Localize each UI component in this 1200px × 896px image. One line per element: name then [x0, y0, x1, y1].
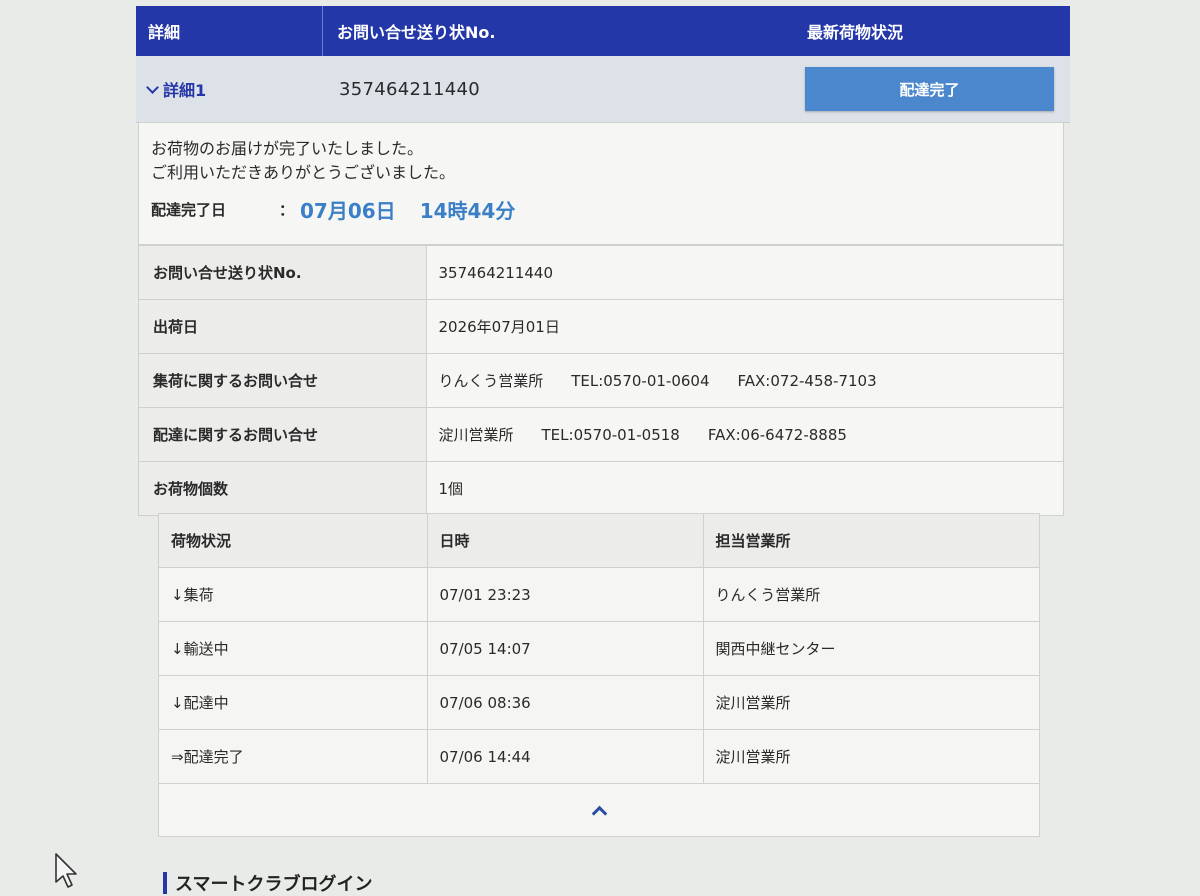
header-tracking-number: お問い合せ送り状No.: [337, 23, 496, 42]
chevron-down-icon: [146, 80, 159, 94]
table-header: 詳細 お問い合せ送り状No. 最新荷物状況: [136, 6, 1070, 56]
history-datetime: 07/06 08:36: [426, 675, 703, 730]
delivery-status-button[interactable]: 配達完了: [805, 67, 1054, 111]
info-key: 出荷日: [139, 299, 427, 354]
delivery-office: 淀川営業所: [438, 426, 514, 444]
info-value: りんくう営業所 TEL:0570-01-0604 FAX:072-458-7103: [426, 353, 1063, 408]
info-row: お問い合せ送り状No. 357464211440: [139, 245, 1063, 300]
detail-toggle-label: 詳細1: [163, 81, 207, 100]
header-detail: 詳細: [136, 6, 323, 56]
info-key: お問い合せ送り状No.: [139, 245, 427, 300]
header-latest-status: 最新荷物状況: [807, 23, 904, 42]
info-key: 集荷に関するお問い合せ: [139, 353, 427, 408]
delivery-fax: FAX:06-6472-8885: [707, 426, 847, 444]
info-value: 淀川営業所 TEL:0570-01-0518 FAX:06-6472-8885: [426, 407, 1063, 462]
info-value: 1個: [426, 461, 1063, 515]
history-table: 荷物状況 日時 担当営業所 ↓集荷 07/01 23:23 りんくう営業所 ↓輸…: [159, 514, 1039, 784]
history-office: 関西中継センター: [702, 621, 1039, 676]
detail-toggle[interactable]: 詳細1: [136, 77, 323, 101]
message-line-2: ご利用いただきありがとうございました。: [151, 163, 456, 182]
delivered-datetime-row: 配達完了日 ： 07月06日 14時44分: [151, 195, 1051, 224]
history-header-datetime: 日時: [426, 514, 703, 568]
heading-accent-bar: [163, 872, 167, 894]
history-header-status: 荷物状況: [159, 514, 427, 568]
tracking-number: 357464211440: [339, 78, 481, 100]
table-row: ↓配達中 07/06 08:36 淀川営業所: [159, 675, 1039, 730]
chevron-up-icon: [591, 805, 607, 821]
history-status: ↓集荷: [159, 567, 427, 622]
delivery-tel: TEL:0570-01-0518: [541, 426, 680, 444]
history-office: りんくう営業所: [702, 567, 1039, 622]
info-row: 配達に関するお問い合せ 淀川営業所 TEL:0570-01-0518 FAX:06-…: [139, 407, 1063, 462]
smart-club-login-heading: スマートクラブログイン: [163, 870, 372, 896]
delivered-date: 07月06日: [300, 199, 396, 223]
shipment-info-table: お問い合せ送り状No. 357464211440 出荷日 2026年07月01日…: [139, 245, 1063, 515]
history-office: 淀川営業所: [702, 675, 1039, 730]
tracking-history: 荷物状況 日時 担当営業所 ↓集荷 07/01 23:23 りんくう営業所 ↓輸…: [158, 513, 1040, 837]
info-row: 出荷日 2026年07月01日: [139, 299, 1063, 354]
pickup-tel: TEL:0570-01-0604: [571, 372, 710, 390]
message-line-1: お荷物のお届けが完了いたしました。: [151, 139, 424, 158]
tracking-result-table: 詳細 お問い合せ送り状No. 最新荷物状況 詳細1 357464211440 配…: [136, 6, 1070, 123]
delivered-colon: ：: [279, 201, 295, 219]
history-office: 淀川営業所: [702, 729, 1039, 784]
history-status: ↓輸送中: [159, 621, 427, 676]
collapse-button[interactable]: [159, 784, 1039, 836]
info-row: お荷物個数 1個: [139, 461, 1063, 515]
delivery-message: お荷物のお届けが完了いたしました。 ご利用いただきありがとうございました。 配達…: [139, 123, 1063, 245]
pickup-office: りんくう営業所: [438, 372, 544, 390]
delivered-label: 配達完了日: [151, 201, 227, 219]
history-datetime: 07/01 23:23: [426, 567, 703, 622]
table-row: ↓輸送中 07/05 14:07 関西中継センター: [159, 621, 1039, 676]
table-row: ↓集荷 07/01 23:23 りんくう営業所: [159, 567, 1039, 622]
history-datetime: 07/06 14:44: [426, 729, 703, 784]
info-row: 集荷に関するお問い合せ りんくう営業所 TEL:0570-01-0604 FAX:0…: [139, 353, 1063, 408]
history-status: ↓配達中: [159, 675, 427, 730]
info-key: お荷物個数: [139, 461, 427, 515]
history-header-row: 荷物状況 日時 担当営業所: [159, 514, 1039, 568]
info-value: 357464211440: [426, 245, 1063, 300]
history-datetime: 07/05 14:07: [426, 621, 703, 676]
delivered-time: 14時44分: [419, 199, 516, 223]
history-header-office: 担当営業所: [702, 514, 1039, 568]
mouse-cursor-icon: [55, 853, 77, 888]
info-value: 2026年07月01日: [426, 299, 1063, 354]
section-title-text: スマートクラブログイン: [175, 874, 373, 895]
table-row: ⇒配達完了 07/06 14:44 淀川営業所: [159, 729, 1039, 784]
pickup-fax: FAX:072-458-7103: [737, 372, 877, 390]
info-key: 配達に関するお問い合せ: [139, 407, 427, 462]
detail-panel: お荷物のお届けが完了いたしました。 ご利用いただきありがとうございました。 配達…: [138, 122, 1064, 516]
shipment-row: 詳細1 357464211440 配達完了: [136, 56, 1070, 123]
history-status: ⇒配達完了: [159, 729, 427, 784]
